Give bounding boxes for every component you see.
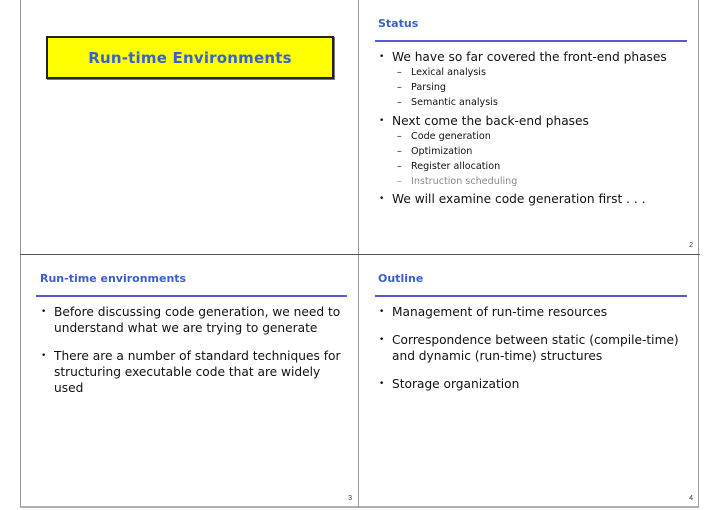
page-number: 2 — [689, 242, 693, 249]
bullet: Correspondence between static (compile-t… — [375, 332, 689, 364]
sub-bullet: Parsing — [375, 80, 689, 95]
slide-title: Run-time Environments — [88, 48, 292, 67]
slide-content: We have so far covered the front-end pha… — [375, 49, 689, 207]
sub-bullet: Lexical analysis — [375, 65, 689, 80]
sub-bullet: Code generation — [375, 129, 689, 144]
bullet: Management of run-time resources — [375, 304, 689, 320]
bullet: Storage organization — [375, 376, 689, 392]
heading-rule — [36, 295, 347, 297]
sub-bullet: Semantic analysis — [375, 95, 689, 110]
bullet: We will examine code generation first . … — [375, 191, 689, 207]
bullet: Next come the back-end phases — [375, 113, 689, 129]
page-number: 4 — [689, 495, 693, 502]
sub-bullet: Register allocation — [375, 159, 689, 174]
slide-content: Management of run-time resources Corresp… — [375, 304, 689, 392]
heading-rule — [375, 40, 687, 42]
bullet: Before discussing code generation, we ne… — [37, 304, 348, 336]
bullet: There are a number of standard technique… — [37, 348, 348, 396]
slide-1: Run-time Environments — [21, 0, 358, 254]
slide-heading: Outline — [378, 272, 424, 285]
slide-heading: Run-time environments — [40, 272, 187, 285]
title-box: Run-time Environments — [46, 36, 334, 79]
slide-3: Run-time environments Before discussing … — [21, 255, 358, 507]
slide-2: Status We have so far covered the front-… — [359, 0, 699, 254]
bullet: We have so far covered the front-end pha… — [375, 49, 689, 65]
sub-bullet: Optimization — [375, 144, 689, 159]
page-number: 3 — [348, 495, 352, 502]
heading-rule — [375, 295, 687, 297]
slide-content: Before discussing code generation, we ne… — [37, 304, 348, 396]
slide-heading: Status — [378, 17, 419, 30]
sub-bullet-dimmed: Instruction scheduling — [375, 174, 689, 189]
slide-4: Outline Management of run-time resources… — [359, 255, 699, 507]
